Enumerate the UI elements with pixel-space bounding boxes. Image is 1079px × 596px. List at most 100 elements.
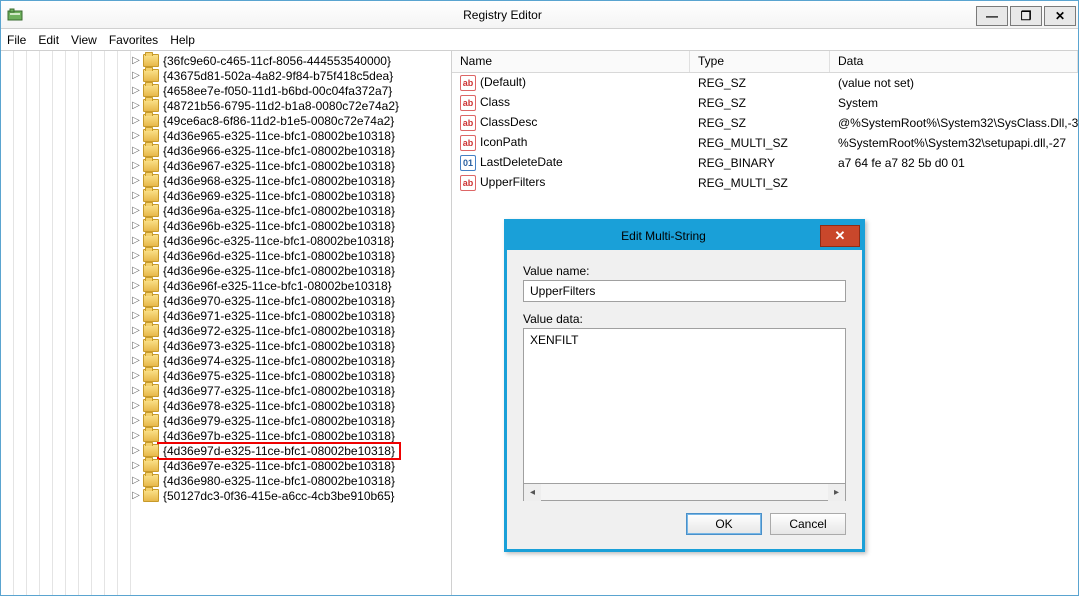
expand-glyph-icon[interactable]: ▷ [131, 385, 141, 396]
tree-item-label: {4d36e96b-e325-11ce-bfc1-08002be10318} [163, 219, 395, 233]
value-data-cell: System [830, 96, 1078, 110]
folder-icon [143, 459, 159, 472]
app-icon [5, 5, 25, 25]
folder-icon [143, 489, 159, 502]
menu-favorites[interactable]: Favorites [109, 33, 158, 47]
folder-icon [143, 264, 159, 277]
expand-glyph-icon[interactable]: ▷ [131, 205, 141, 216]
expand-glyph-icon[interactable]: ▷ [131, 460, 141, 471]
tree-item-label: {4d36e96a-e325-11ce-bfc1-08002be10318} [163, 204, 395, 218]
menu-edit[interactable]: Edit [38, 33, 59, 47]
expand-glyph-icon[interactable]: ▷ [131, 280, 141, 291]
expand-glyph-icon[interactable]: ▷ [131, 70, 141, 81]
expand-glyph-icon[interactable]: ▷ [131, 325, 141, 336]
expand-glyph-icon[interactable]: ▷ [131, 400, 141, 411]
expand-glyph-icon[interactable]: ▷ [131, 340, 141, 351]
tree-item-label: {4d36e96f-e325-11ce-bfc1-08002be10318} [163, 279, 392, 293]
cancel-button[interactable]: Cancel [770, 513, 846, 535]
folder-icon [143, 84, 159, 97]
folder-icon [143, 309, 159, 322]
value-name-field[interactable]: UpperFilters [523, 280, 846, 302]
expand-glyph-icon[interactable]: ▷ [131, 55, 141, 66]
maximize-button[interactable]: ❐ [1010, 6, 1042, 26]
value-data-cell: %SystemRoot%\System32\setupapi.dll,-27 [830, 136, 1078, 150]
expand-glyph-icon[interactable]: ▷ [131, 415, 141, 426]
expand-glyph-icon[interactable]: ▷ [131, 295, 141, 306]
expand-glyph-icon[interactable]: ▷ [131, 235, 141, 246]
folder-icon [143, 234, 159, 247]
scroll-left-arrow[interactable]: ◂ [524, 484, 541, 501]
value-name-cell: abClassDesc [452, 115, 690, 131]
value-row[interactable]: abClassREG_SZSystem [452, 93, 1078, 113]
expand-glyph-icon[interactable]: ▷ [131, 430, 141, 441]
dialog-titlebar[interactable]: Edit Multi-String ✕ [507, 222, 862, 250]
expand-glyph-icon[interactable]: ▷ [131, 130, 141, 141]
dialog-close-button[interactable]: ✕ [820, 225, 860, 247]
expand-glyph-icon[interactable]: ▷ [131, 220, 141, 231]
scroll-right-arrow[interactable]: ▸ [828, 484, 845, 501]
tree-item-label: {49ce6ac8-6f86-11d2-b1e5-0080c72e74a2} [163, 114, 394, 128]
minimize-button[interactable]: — [976, 6, 1008, 26]
expand-glyph-icon[interactable]: ▷ [131, 175, 141, 186]
expand-glyph-icon[interactable]: ▷ [131, 370, 141, 381]
menu-view[interactable]: View [71, 33, 97, 47]
binary-value-icon: 01 [460, 155, 476, 171]
value-row[interactable]: abClassDescREG_SZ@%SystemRoot%\System32\… [452, 113, 1078, 133]
tree-item-label: {4d36e974-e325-11ce-bfc1-08002be10318} [163, 354, 395, 368]
expand-glyph-icon[interactable]: ▷ [131, 445, 141, 456]
value-name-cell: ab(Default) [452, 75, 690, 91]
expand-glyph-icon[interactable]: ▷ [131, 115, 141, 126]
expand-glyph-icon[interactable]: ▷ [131, 100, 141, 111]
value-row[interactable]: abUpperFiltersREG_MULTI_SZ [452, 173, 1078, 193]
column-header-data[interactable]: Data [830, 51, 1078, 72]
tree-item-label: {4d36e97e-e325-11ce-bfc1-08002be10318} [163, 459, 395, 473]
value-name-cell: abIconPath [452, 135, 690, 151]
folder-icon [143, 54, 159, 67]
expand-glyph-icon[interactable]: ▷ [131, 355, 141, 366]
expand-glyph-icon[interactable]: ▷ [131, 250, 141, 261]
expand-glyph-icon[interactable]: ▷ [131, 265, 141, 276]
value-row[interactable]: ab(Default)REG_SZ(value not set) [452, 73, 1078, 93]
menu-help[interactable]: Help [170, 33, 195, 47]
tree-item-label: {4d36e980-e325-11ce-bfc1-08002be10318} [163, 474, 395, 488]
folder-icon [143, 174, 159, 187]
expand-glyph-icon[interactable]: ▷ [131, 475, 141, 486]
folder-icon [143, 354, 159, 367]
column-header-type[interactable]: Type [690, 51, 830, 72]
tree-item-label: {43675d81-502a-4a82-9f84-b75f418c5dea} [163, 69, 393, 83]
value-name-cell: 01LastDeleteDate [452, 155, 690, 171]
tree-item-label: {4d36e965-e325-11ce-bfc1-08002be10318} [163, 129, 395, 143]
value-type-cell: REG_MULTI_SZ [690, 176, 830, 190]
folder-icon [143, 369, 159, 382]
value-row[interactable]: 01LastDeleteDateREG_BINARYa7 64 fe a7 82… [452, 153, 1078, 173]
tree-item-label: {4d36e96c-e325-11ce-bfc1-08002be10318} [163, 234, 394, 248]
folder-icon [143, 189, 159, 202]
expand-glyph-icon[interactable]: ▷ [131, 190, 141, 201]
horizontal-scrollbar[interactable]: ◂ ▸ [523, 484, 846, 501]
folder-icon [143, 69, 159, 82]
tree-item-label: {4d36e968-e325-11ce-bfc1-08002be10318} [163, 174, 395, 188]
tree-item-label: {4d36e979-e325-11ce-bfc1-08002be10318} [163, 414, 395, 428]
tree-item-label: {4d36e970-e325-11ce-bfc1-08002be10318} [163, 294, 395, 308]
value-row[interactable]: abIconPathREG_MULTI_SZ%SystemRoot%\Syste… [452, 133, 1078, 153]
value-type-cell: REG_MULTI_SZ [690, 136, 830, 150]
edit-multi-string-dialog: Edit Multi-String ✕ Value name: UpperFil… [504, 219, 865, 552]
menu-file[interactable]: File [7, 33, 26, 47]
tree-pane[interactable]: ▷{36fc9e60-c465-11cf-8056-444553540000}▷… [1, 51, 452, 595]
folder-icon [143, 159, 159, 172]
value-list-header[interactable]: Name Type Data [452, 51, 1078, 73]
folder-icon [143, 399, 159, 412]
folder-icon [143, 249, 159, 262]
expand-glyph-icon[interactable]: ▷ [131, 85, 141, 96]
column-header-name[interactable]: Name [452, 51, 690, 72]
expand-glyph-icon[interactable]: ▷ [131, 310, 141, 321]
close-button[interactable]: ✕ [1044, 6, 1076, 26]
ok-button[interactable]: OK [686, 513, 762, 535]
folder-icon [143, 114, 159, 127]
value-data-textarea[interactable] [523, 328, 846, 484]
expand-glyph-icon[interactable]: ▷ [131, 490, 141, 501]
folder-icon [143, 204, 159, 217]
value-data-cell: (value not set) [830, 76, 1078, 90]
expand-glyph-icon[interactable]: ▷ [131, 160, 141, 171]
expand-glyph-icon[interactable]: ▷ [131, 145, 141, 156]
